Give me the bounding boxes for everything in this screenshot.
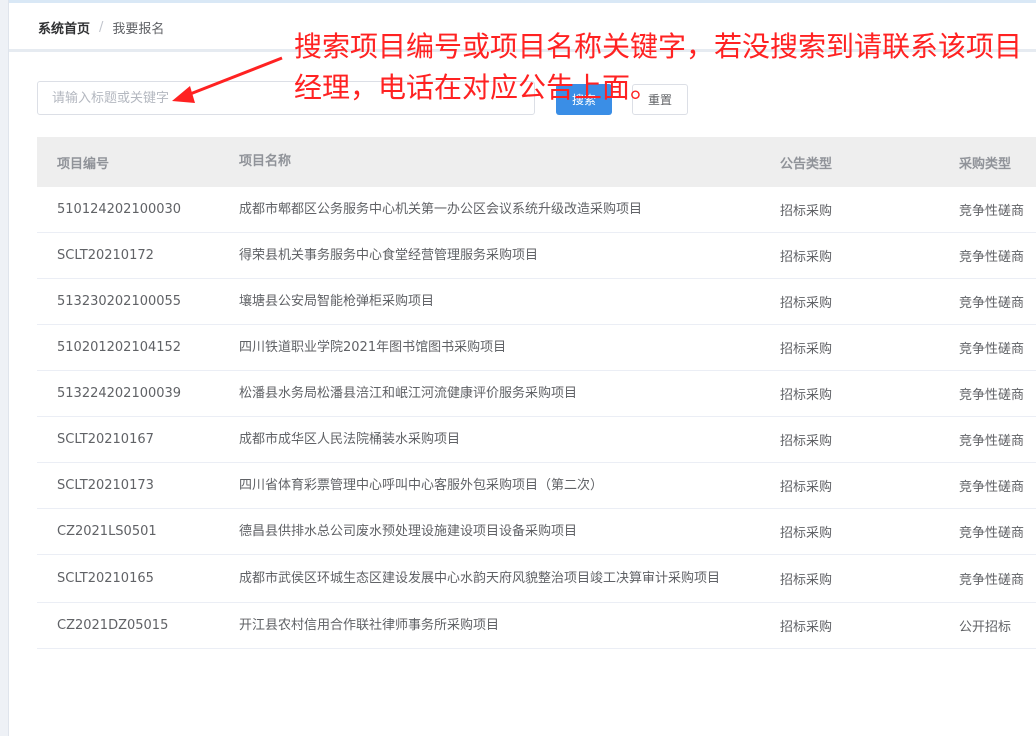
annotation-arrow-icon <box>172 56 283 103</box>
arrow-head <box>172 86 195 103</box>
arrow-shaft <box>184 56 283 98</box>
